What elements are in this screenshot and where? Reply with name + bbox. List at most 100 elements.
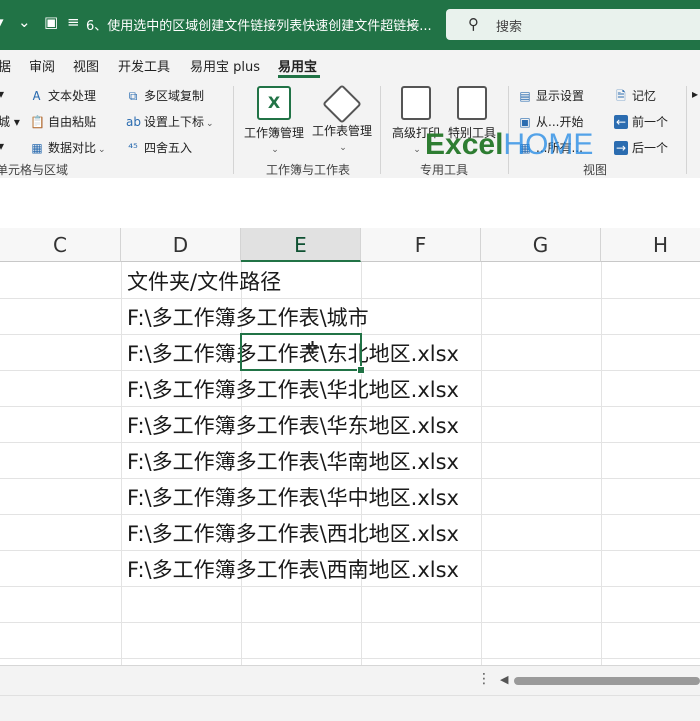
text-process-button[interactable]: Ꭺ 文本处理	[30, 87, 96, 104]
arrow-left-icon: ←	[614, 115, 628, 129]
display-settings-label: 显示设置	[536, 89, 585, 103]
cell-d-header[interactable]: 文件夹/文件路径	[127, 266, 281, 296]
row-gridline	[0, 478, 700, 479]
group-label-cells: 单元格与区域	[0, 163, 69, 177]
title-dropdown-icon[interactable]: ⌄	[406, 15, 416, 29]
group-label-view: 视图	[583, 163, 608, 177]
tab-yiyongbao[interactable]: 易用宝	[278, 56, 317, 75]
ribbon: ▾ 城 ▾ ▾ Ꭺ 文本处理 📋 自由粘贴 ▦ 数据对比 ⌄ ⧉ 多区域复制 ab 设置上下…	[0, 78, 700, 179]
cell-d-row[interactable]: F:\多工作簿多工作表\城市	[127, 302, 369, 332]
column-gridline	[481, 262, 482, 665]
column-gridline	[601, 262, 602, 665]
workbook-manage-label: 工作簿管理	[243, 126, 304, 140]
row-gridline	[0, 298, 700, 299]
superscript-icon: ab	[126, 115, 141, 129]
column-header-h[interactable]: H	[601, 228, 700, 262]
mouse-cross-cursor-icon: ✛	[305, 338, 321, 359]
ribbon-more-item[interactable]: ▾	[0, 139, 4, 153]
title-bar: ▾ ⌄ ▣ ≡ 6、使用选中的区域创建文件链接列表快速创建文件超链接... ⌄ …	[0, 0, 700, 50]
file-save-icon[interactable]: ▣	[44, 13, 58, 31]
search-placeholder: 搜索	[496, 20, 523, 35]
column-header-d[interactable]: D	[121, 228, 241, 262]
superscript-button[interactable]: ab 设置上下标 ⌄	[126, 113, 214, 130]
row-gridline	[0, 550, 700, 551]
row-gridline	[0, 514, 700, 515]
chevron-down-icon: ⌄	[206, 119, 214, 129]
worksheet-tag-icon	[322, 84, 362, 124]
fill-handle[interactable]	[357, 366, 365, 374]
ribbon-overflow-icon[interactable]: ▸	[692, 87, 698, 101]
column-header-g[interactable]: G	[481, 228, 601, 262]
data-compare-icon: ▦	[31, 141, 43, 155]
free-paste-button[interactable]: 📋 自由粘贴	[30, 113, 96, 130]
cell-d-row[interactable]: F:\多工作簿多工作表\华东地区.xlsx	[127, 410, 459, 440]
chevron-down-icon: ⌄	[271, 145, 279, 155]
cell-d-row[interactable]: F:\多工作簿多工作表\西北地区.xlsx	[127, 518, 459, 548]
text-process-label: 文本处理	[48, 89, 97, 103]
ribbon-city-item[interactable]: 城 ▾	[0, 113, 20, 130]
group-divider	[686, 86, 687, 174]
chevron-down-icon: ⌄	[413, 145, 421, 155]
formula-bar-area[interactable]	[0, 178, 700, 221]
display-settings-button[interactable]: ▤ 显示设置	[518, 87, 584, 104]
active-cell-selection	[240, 333, 362, 371]
cell-d-row[interactable]: F:\多工作簿多工作表\华北地区.xlsx	[127, 374, 459, 404]
chevron-down-icon[interactable]: ⌄	[18, 13, 31, 31]
workbook-manage-button[interactable]: X 工作簿管理 ⌄	[242, 86, 306, 155]
superscript-label: 设置上下标	[144, 115, 205, 129]
worksheet-manage-label: 工作表管理	[311, 124, 372, 138]
search-box[interactable]: ⚲ 搜索	[446, 9, 700, 40]
scroll-left-icon[interactable]: ◀	[500, 673, 508, 686]
group-label-special: 专用工具	[420, 163, 469, 177]
start-from-icon: ▣	[519, 115, 531, 129]
row-gridline	[0, 586, 700, 587]
data-compare-label: 数据对比	[48, 141, 97, 155]
cell-d-row[interactable]: F:\多工作簿多工作表\西南地区.xlsx	[127, 554, 459, 584]
next-label: 后一个	[632, 141, 669, 155]
excelhome-watermark-logo: ExcelHOME	[425, 128, 593, 162]
search-icon: ⚲	[468, 15, 479, 33]
free-paste-label: 自由粘贴	[48, 115, 97, 129]
column-header-f[interactable]: F	[361, 228, 481, 262]
tab-yiyongbao-plus[interactable]: 易用宝 plus	[190, 56, 260, 75]
sheet-tab-scroll-area: ⋮ ◀	[0, 665, 700, 696]
memory-icon: 🗎	[616, 89, 626, 103]
autosave-toggle-icon[interactable]: ▾	[0, 13, 4, 31]
cell-d-row[interactable]: F:\多工作簿多工作表\华南地区.xlsx	[127, 446, 459, 476]
multi-area-copy-button[interactable]: ⧉ 多区域复制	[126, 87, 204, 104]
memory-button[interactable]: 🗎 记忆	[614, 87, 656, 108]
column-header-e[interactable]: E	[241, 228, 361, 262]
start-from-label: 从...开始	[536, 115, 584, 129]
printer-icon	[401, 86, 431, 120]
cell-d-row[interactable]: F:\多工作簿多工作表\华中地区.xlsx	[127, 482, 459, 512]
tab-data[interactable]: 据	[0, 56, 11, 75]
chevron-down-icon: ⌄	[339, 143, 347, 153]
status-bar	[0, 695, 700, 721]
group-label-workbooks: 工作簿与工作表	[266, 163, 351, 177]
multi-copy-icon: ⧉	[128, 89, 138, 103]
worksheet-manage-button[interactable]: 工作表管理 ⌄	[310, 84, 374, 153]
round-label: 四舍五入	[144, 141, 193, 155]
row-gridline	[0, 406, 700, 407]
horizontal-scrollbar-thumb[interactable]	[514, 677, 700, 685]
next-button[interactable]: → 后一个	[614, 139, 668, 156]
chevron-down-icon: ⌄	[98, 145, 106, 155]
magic-tools-icon	[457, 86, 487, 120]
group-divider	[380, 86, 381, 174]
more-options-icon[interactable]: ⋮	[477, 671, 491, 687]
tab-review[interactable]: 审阅	[29, 56, 55, 75]
data-compare-button[interactable]: ▦ 数据对比 ⌄	[30, 139, 106, 156]
ribbon-cut-item[interactable]: ▾	[0, 87, 4, 101]
tab-view[interactable]: 视图	[73, 56, 99, 75]
paste-icon: 📋	[30, 115, 45, 129]
previous-button[interactable]: ← 前一个	[614, 113, 668, 130]
column-header-c[interactable]: C	[0, 228, 121, 262]
display-settings-icon: ▤	[519, 89, 531, 103]
round-button[interactable]: ⁴⁵ 四舍五入	[126, 139, 192, 156]
tab-developer[interactable]: 开发工具	[118, 56, 170, 75]
row-gridline	[0, 622, 700, 623]
row-gridline	[0, 442, 700, 443]
spreadsheet-grid[interactable]: C D E F G H 文件夹/文件路径 F:\多工作簿多工作表\城市 F:\多…	[0, 220, 700, 665]
customize-toolbar-icon[interactable]: ≡	[67, 13, 80, 31]
text-process-icon: Ꭺ	[32, 89, 42, 103]
